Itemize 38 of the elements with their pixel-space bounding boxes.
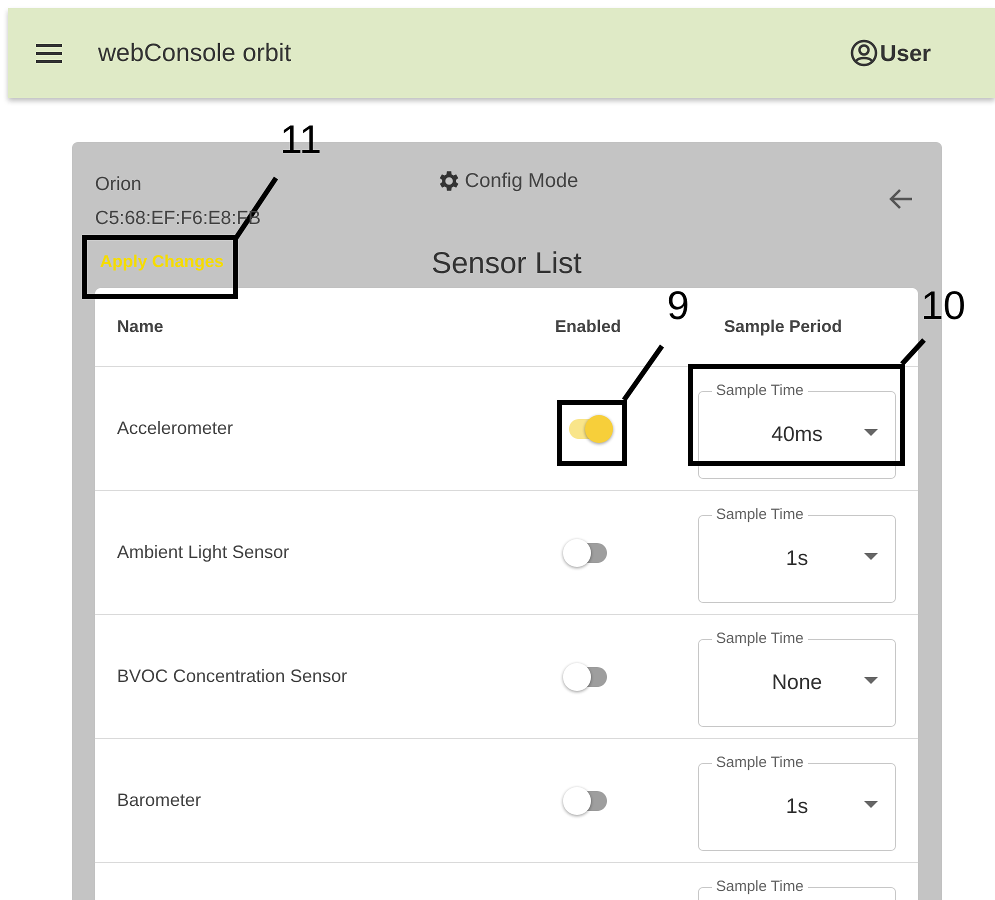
column-header: Sample Period xyxy=(724,317,842,337)
callout-number: 9 xyxy=(667,284,690,329)
caret-icon xyxy=(864,677,878,685)
sample-time-select[interactable]: Sample Time 40ms xyxy=(698,381,896,479)
sample-time-select[interactable]: Sample Time 1s xyxy=(698,505,896,603)
select-value: None xyxy=(772,671,822,695)
user-button[interactable]: User xyxy=(850,39,931,67)
callout-number: 10 xyxy=(921,284,966,329)
callout-number: 11 xyxy=(280,118,322,163)
caret-icon xyxy=(864,801,878,809)
sensor-name: Barometer xyxy=(117,790,202,811)
select-value: 1s xyxy=(786,547,808,571)
sensor-name: Ambient Light Sensor xyxy=(117,542,290,563)
field-label: Sample Time xyxy=(712,381,808,401)
sample-time-select[interactable]: Sample Time 1s xyxy=(698,753,896,851)
sensor-name: Accelerometer xyxy=(117,418,234,439)
caret-icon xyxy=(864,553,878,561)
back-arrow-icon xyxy=(888,186,914,210)
caret-icon xyxy=(864,429,878,437)
device-name: Orion xyxy=(95,173,142,197)
column-header: Name xyxy=(117,317,164,337)
select-value: 40ms xyxy=(771,423,823,447)
mode-text: Config Mode xyxy=(464,170,578,192)
field-label: Sample Time xyxy=(712,505,808,525)
sample-time-select[interactable]: Sample Time None xyxy=(698,629,896,727)
callout-line xyxy=(624,346,662,400)
callout-box xyxy=(557,400,627,466)
sensor-list-heading: Sensor List xyxy=(431,246,582,282)
column-header: Enabled xyxy=(554,317,622,337)
select-value: 1s xyxy=(786,795,808,819)
callout-line xyxy=(902,340,924,364)
app-title: webConsole orbit xyxy=(98,38,292,68)
field-label: Sample Time xyxy=(712,877,808,897)
field-label: Sample Time xyxy=(712,629,808,649)
menu-icon[interactable] xyxy=(36,43,62,63)
field-label: Sample Time xyxy=(712,753,808,773)
user-icon xyxy=(850,39,878,67)
sensor-name: BVOC Concentration Sensor xyxy=(117,666,348,687)
